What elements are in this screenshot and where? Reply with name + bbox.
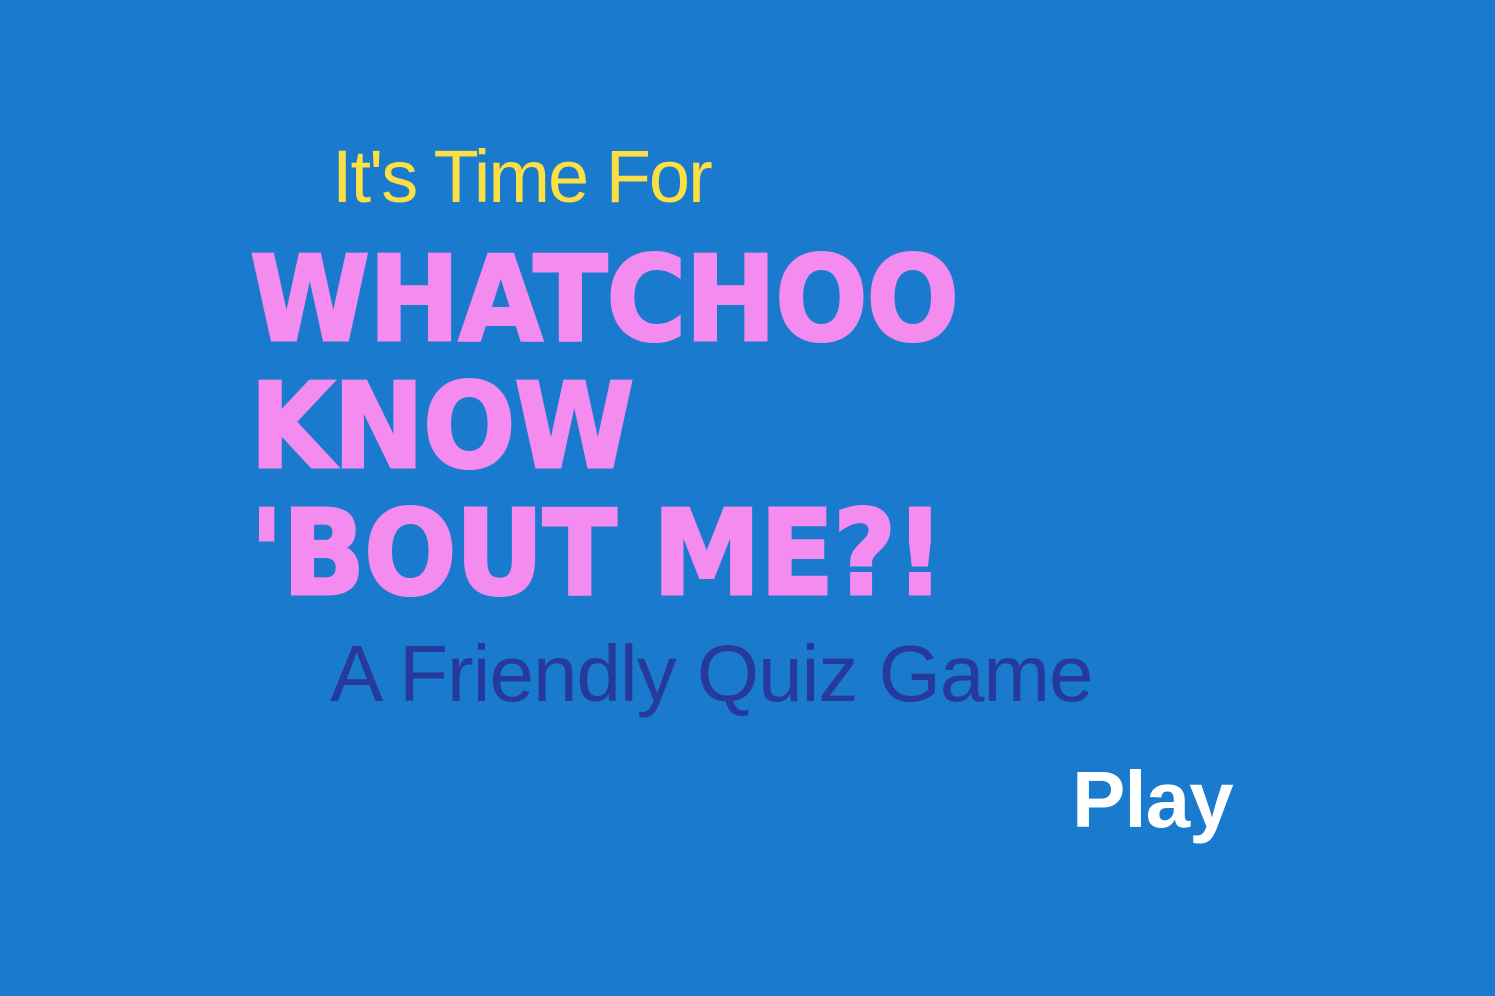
game-title: WHATCHOO KNOW 'BOUT ME?! [249,230,1020,622]
game-title-line-2: KNOW [249,357,636,495]
pretitle-text: It's Time For [332,135,713,218]
subtitle-text: A Friendly Quiz Game [330,629,1093,718]
play-button[interactable]: Play [1072,760,1234,840]
game-title-line-3: 'BOUT ME?! [249,484,946,622]
title-screen: It's Time For WHATCHOO KNOW 'BOUT ME?! A… [0,0,1495,996]
game-title-line-1: WHATCHOO [249,230,961,368]
